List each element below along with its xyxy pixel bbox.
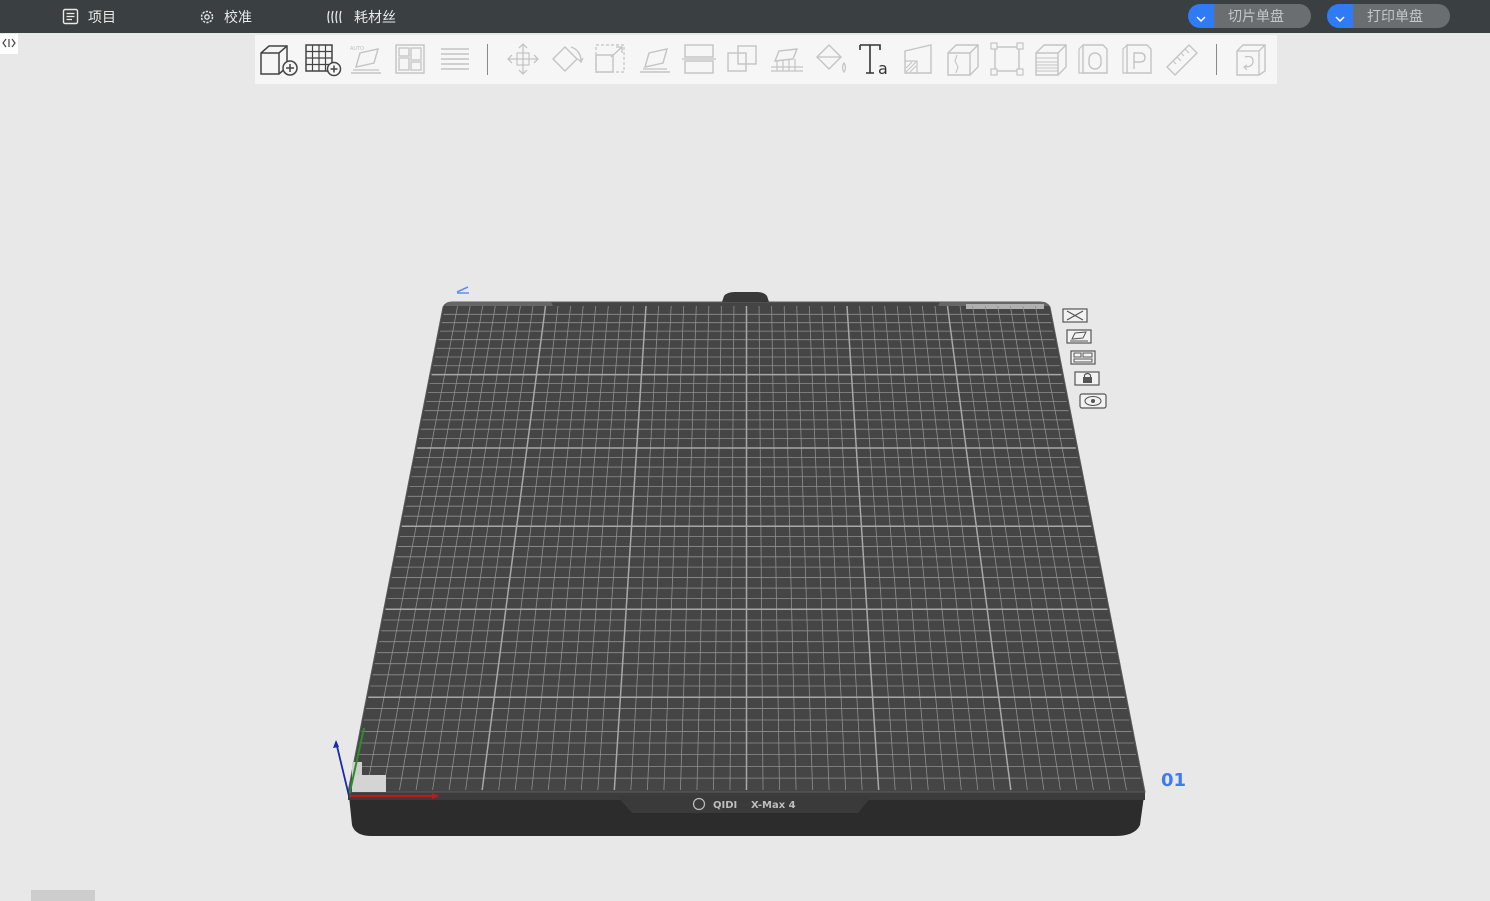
cut-icon [679,41,719,77]
menu-project[interactable]: 项目 [62,0,116,33]
assembly-icon [1231,41,1271,77]
toolbar-separator [487,44,488,75]
menu-filament[interactable]: 耗材丝 [326,0,396,33]
chevron-down-icon [1196,7,1206,26]
toolbar-separator [1216,44,1217,75]
move-icon [503,41,543,77]
text-tool-button[interactable]: a [855,39,895,79]
plate-settings-button[interactable] [1078,391,1108,411]
filament-spool-icon [326,9,345,25]
variable-layer-button[interactable] [1031,39,1071,79]
assembly-button[interactable] [1231,39,1271,79]
layers-icon [435,41,475,77]
plate-brand-text: QIDI [713,800,737,811]
scale-button[interactable] [591,39,631,79]
ruler-button[interactable] [1163,39,1203,79]
add-cube-icon [258,41,298,77]
hollow-icon [1075,41,1115,77]
plate-name-edit-icon[interactable] [456,286,469,294]
auto-orient-button[interactable]: AUTO [346,39,386,79]
fuzzy-skin-icon [943,41,983,77]
delete-plate-button[interactable] [1061,306,1091,326]
plate-model-text: X-Max 4 [751,800,796,811]
boolean-icon [723,41,763,77]
calibrate-gear-icon [199,9,215,25]
lay-on-face-icon [635,41,675,77]
print-plate-split-button: 打印单盘 [1327,4,1450,28]
lay-on-face-button[interactable] [635,39,675,79]
variable-layer-icon [1031,41,1071,77]
project-list-icon [62,8,79,25]
support-paint-icon [767,41,807,77]
hollow-button[interactable] [1075,39,1115,79]
top-menu-bar: 项目 校准 耗材丝 切片单盘 打印单盘 [0,0,1490,33]
menu-filament-label: 耗材丝 [354,9,396,26]
menu-project-label: 项目 [88,9,116,26]
print-plate-button[interactable]: 打印单盘 [1353,4,1450,28]
rotate-icon [547,41,587,77]
status-chip [31,890,95,901]
seam-paint-icon [899,41,939,77]
orient-plate-button[interactable] [1065,327,1095,347]
plate-number-label[interactable]: 01 [1161,770,1186,791]
main-toolbar: AUTO a [255,35,1277,84]
arrange-icon [390,41,430,77]
add-plate-grid-icon [302,41,342,77]
code-brackets-icon [2,38,16,51]
arrange-plate-button[interactable] [1069,348,1099,368]
sidebar-toggle-button[interactable] [0,34,18,54]
fuzzy-skin-button[interactable] [943,39,983,79]
print-dropdown-button[interactable] [1327,4,1353,28]
slice-dropdown-button[interactable] [1188,4,1214,28]
support-paint-button[interactable] [767,39,807,79]
chevron-down-icon [1335,7,1345,26]
boolean-button[interactable] [723,39,763,79]
move-button[interactable] [503,39,543,79]
ruler-icon [1163,41,1203,77]
build-plate-render: QIDI X-Max 4 [333,286,1146,836]
3d-viewport[interactable]: QIDI X-Max 4 [0,84,1490,901]
pause-at-layer-button[interactable] [1119,39,1159,79]
svg-text:AUTO: AUTO [350,46,364,52]
add-plate-button[interactable] [302,39,342,79]
pause-p-icon [1119,41,1159,77]
slice-plate-split-button: 切片单盘 [1188,4,1311,28]
arrange-button[interactable] [390,39,430,79]
scale-icon [591,41,631,77]
menu-calibrate-label: 校准 [224,9,252,26]
svg-text:a: a [878,59,888,77]
lock-plate-button[interactable] [1073,369,1103,389]
measure-bounds-button[interactable] [987,39,1027,79]
text-icon: a [855,41,895,77]
add-object-button[interactable] [258,39,298,79]
color-paint-icon [811,41,851,77]
auto-orient-icon: AUTO [346,41,386,77]
seam-paint-button[interactable] [899,39,939,79]
bounding-box-icon [987,41,1027,77]
color-paint-button[interactable] [811,39,851,79]
slice-plate-button[interactable]: 切片单盘 [1214,4,1311,28]
split-layers-button[interactable] [435,39,475,79]
rotate-button[interactable] [547,39,587,79]
menu-calibrate[interactable]: 校准 [199,0,252,33]
cut-button[interactable] [679,39,719,79]
